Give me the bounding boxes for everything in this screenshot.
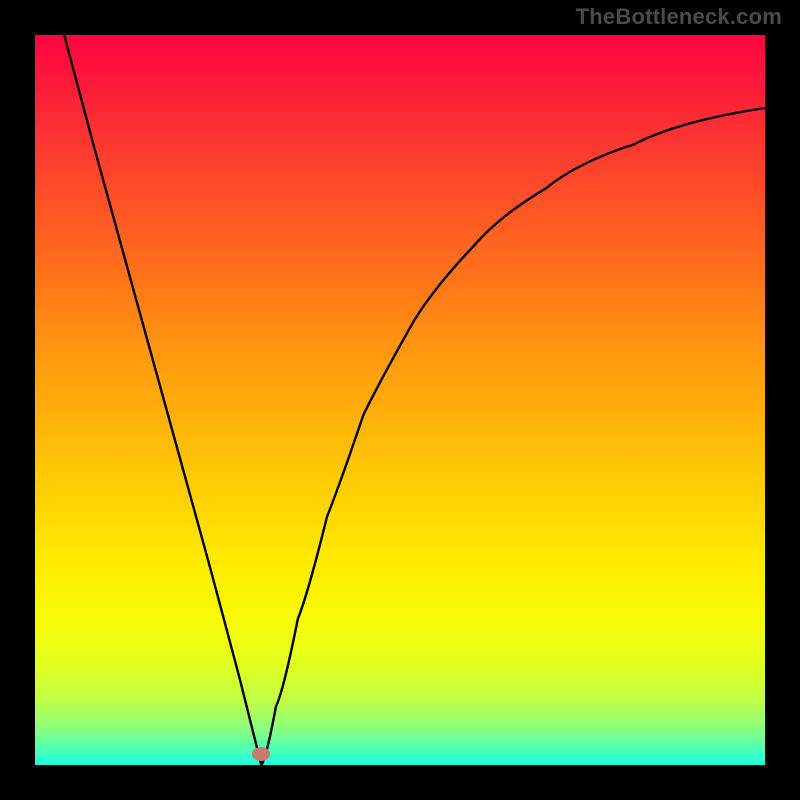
watermark-text: TheBottleneck.com bbox=[576, 4, 782, 30]
chart-frame: TheBottleneck.com bbox=[0, 0, 800, 800]
optimum-marker bbox=[252, 747, 270, 761]
bottleneck-curve bbox=[64, 35, 765, 765]
plot-area bbox=[35, 35, 765, 765]
curve-svg bbox=[35, 35, 765, 765]
